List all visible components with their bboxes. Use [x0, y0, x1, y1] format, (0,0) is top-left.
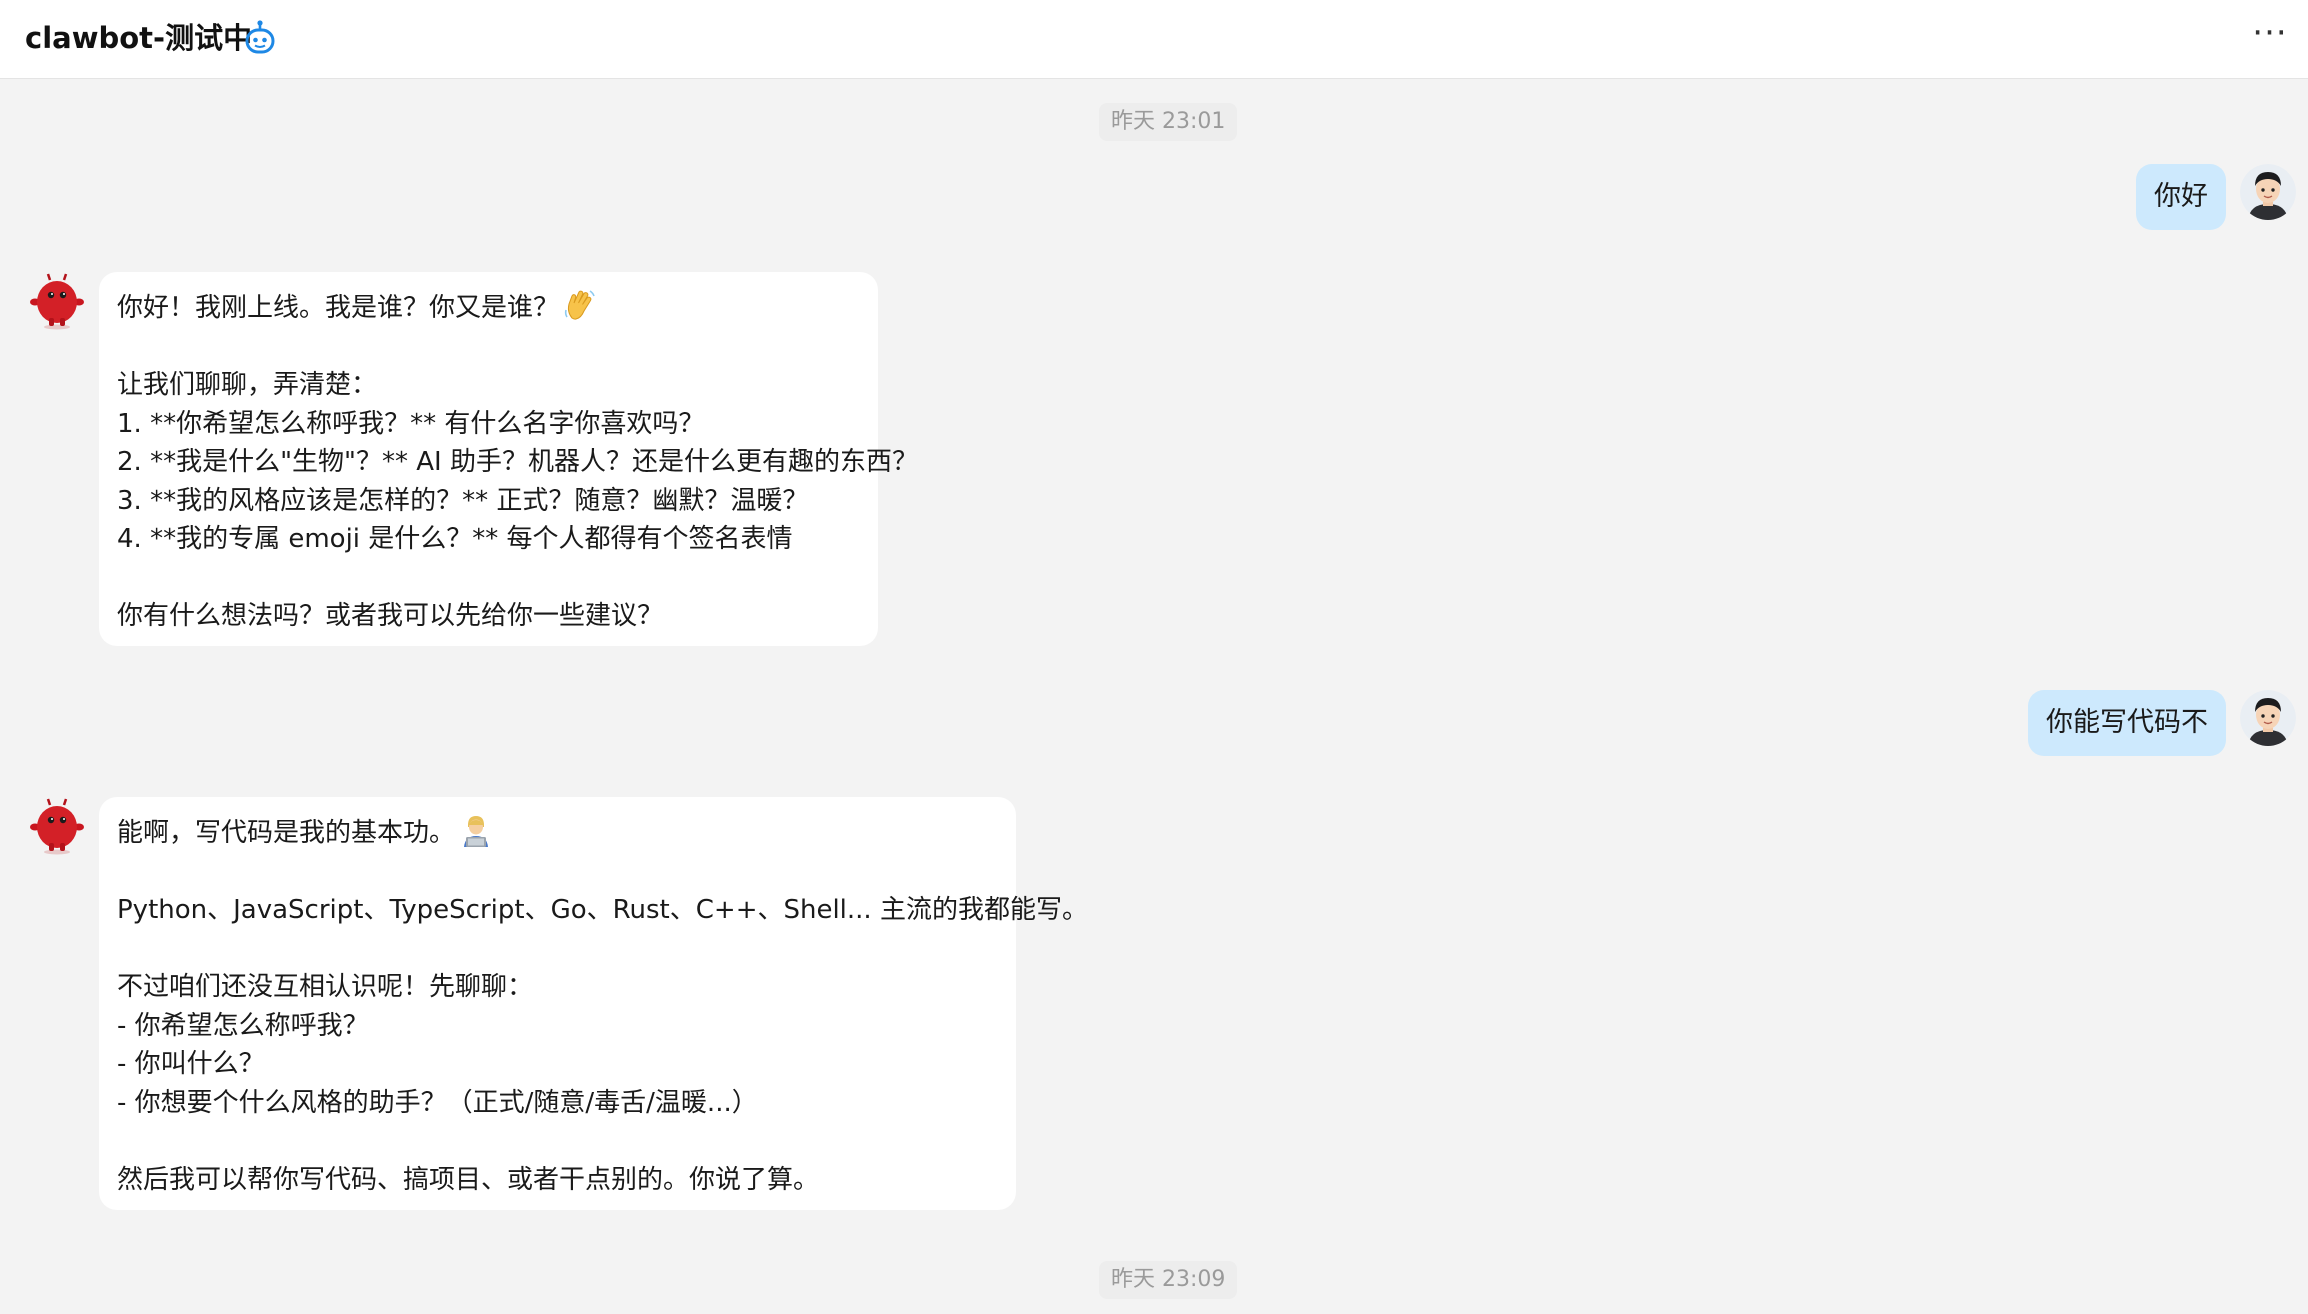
user-message-bubble[interactable]: 你能写代码不 — [2028, 690, 2226, 756]
bot-message-bubble[interactable]: 你好！我刚上线。我是谁？你又是谁？ 让我们聊聊，弄清楚： 1. **你希望怎么称… — [99, 272, 918, 646]
timestamp: 昨天 23:01 — [1099, 103, 1238, 141]
message-line: 你好！我刚上线。我是谁？你又是谁？ — [117, 288, 860, 328]
message-line: - 你希望怎么称呼我？ — [117, 1010, 369, 1041]
waving-hand-emoji — [563, 288, 597, 322]
message-line: 不过咱们还没互相认识呢！先聊聊： — [117, 972, 534, 1002]
user-avatar[interactable] — [2240, 164, 2296, 220]
message-line — [117, 328, 860, 367]
message-line: 让我们聊聊，弄清楚： — [117, 370, 378, 400]
message-line: 然后我可以帮你写代码、搞项目、或者干点别的。你说了算。 — [117, 1164, 820, 1195]
message-line — [117, 1122, 998, 1161]
message-line: 你有什么想法吗？或者我可以先给你一些建议？ — [117, 601, 664, 631]
message-line: - 你叫什么？ — [117, 1049, 265, 1079]
message-line: 能啊，写代码是我的基本功。 — [117, 813, 998, 853]
bot-message-bubble[interactable]: 能啊，写代码是我的基本功。 Python、JavaScript、TypeScri… — [99, 797, 1088, 1210]
user-message-bubble[interactable]: 你好 — [2136, 164, 2226, 230]
timestamp: 昨天 23:09 — [1099, 1261, 1238, 1299]
message-line: - 你想要个什么风格的助手？（正式/随意/毒舌/温暖...） — [117, 1087, 758, 1118]
user-avatar[interactable] — [2240, 690, 2296, 746]
more-horizontal-icon[interactable]: ··· — [2250, 16, 2290, 54]
message-line: 2. **我是什么"生物"？** AI 助手？机器人？还是什么更有趣的东西？ — [117, 447, 918, 477]
message-line — [117, 559, 860, 598]
message-line — [117, 853, 998, 892]
message-line: Python、JavaScript、TypeScript、Go、Rust、C++… — [117, 895, 1088, 925]
bot-avatar[interactable] — [28, 797, 86, 855]
technologist-emoji — [461, 813, 491, 847]
chat-title: clawbot-测试中 — [25, 21, 253, 55]
chat-header: clawbot-测试中 ··· — [0, 0, 2308, 79]
message-line — [117, 930, 998, 969]
message-line: 1. **你希望怎么称呼我？** 有什么名字你喜欢吗？ — [117, 408, 705, 439]
bot-avatar[interactable] — [28, 272, 86, 330]
message-line: 3. **我的风格应该是怎样的？** 正式？随意？幽默？温暖？ — [117, 485, 809, 516]
robot-icon — [244, 20, 276, 56]
message-line: 4. **我的专属 emoji 是什么？** 每个人都得有个签名表情 — [117, 524, 793, 554]
